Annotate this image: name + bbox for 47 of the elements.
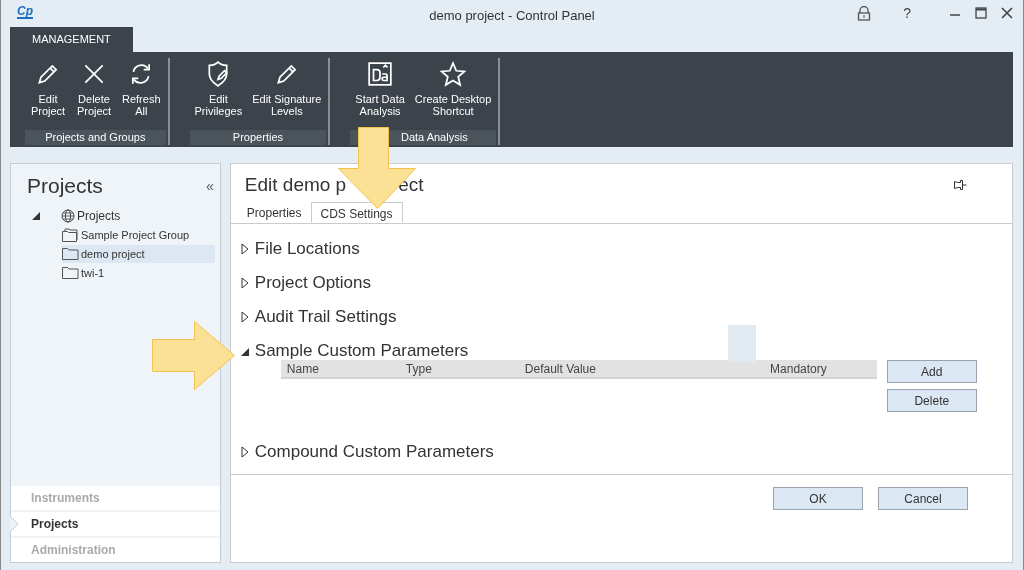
window-title: demo project - Control Panel: [429, 8, 595, 23]
column-header: Type: [405, 361, 433, 376]
globe-icon: [61, 208, 75, 223]
collapse-button[interactable]: «: [206, 178, 214, 194]
help-button[interactable]: ?: [903, 5, 911, 21]
ribbon-button[interactable]: Delete Project: [71, 58, 117, 130]
dialog-button[interactable]: Cancel: [878, 487, 968, 510]
panel-title: Projects: [27, 174, 103, 198]
column-header: Mandatory: [770, 361, 827, 376]
ribbon-button[interactable]: Edit Privileges: [189, 58, 248, 130]
star-icon: [440, 61, 467, 87]
tree-item[interactable]: twi-1: [62, 263, 215, 282]
lock-icon[interactable]: [857, 5, 872, 21]
tree-item[interactable]: demo project: [62, 244, 215, 263]
ribbon-tab[interactable]: MANAGEMENT: [10, 27, 133, 52]
group-label: Properties: [189, 130, 327, 145]
folder-icon: [62, 247, 79, 260]
section-header[interactable]: File Locations: [239, 232, 360, 266]
tab[interactable]: Properties: [237, 202, 311, 223]
section-header[interactable]: Audit Trail Settings: [239, 300, 397, 334]
ribbon-button[interactable]: Create Desktop Shortcut: [409, 58, 497, 130]
folder-icon: [62, 266, 79, 279]
ribbon-button[interactable]: Refresh All: [117, 58, 166, 130]
table-action-button[interactable]: Delete: [886, 389, 977, 412]
tree-item[interactable]: Projects: [61, 206, 214, 225]
ribbon-button[interactable]: Edit Signature Levels: [247, 58, 327, 130]
ribbon-button[interactable]: Start Data Analysis: [350, 58, 410, 130]
column-header: Default Value: [524, 361, 597, 376]
expand-arrow-icon[interactable]: [31, 210, 41, 221]
column-header: Name: [286, 361, 320, 376]
section-header[interactable]: Project Options: [239, 266, 372, 300]
group-label: Projects and Groups: [25, 130, 166, 145]
pin-icon[interactable]: [954, 180, 967, 190]
section-header[interactable]: Compound Custom Parameters: [239, 435, 494, 469]
tree-item[interactable]: Sample Project Group: [62, 225, 215, 244]
dialog-button[interactable]: OK: [773, 487, 863, 510]
folders-icon: [62, 227, 79, 242]
ribbon-button[interactable]: Edit Project: [25, 58, 71, 130]
close-icon[interactable]: [1001, 7, 1013, 19]
maximize-icon[interactable]: [975, 7, 987, 19]
nav-item[interactable]: Projects: [11, 512, 220, 536]
tab[interactable]: CDS Settings: [310, 202, 403, 223]
table-action-button[interactable]: Add: [886, 360, 977, 383]
app-logo: Cp: [17, 5, 33, 19]
editor-title: Edit demo p: [244, 174, 347, 196]
highlight-block: [727, 325, 756, 362]
chart-document-icon: [367, 61, 394, 87]
